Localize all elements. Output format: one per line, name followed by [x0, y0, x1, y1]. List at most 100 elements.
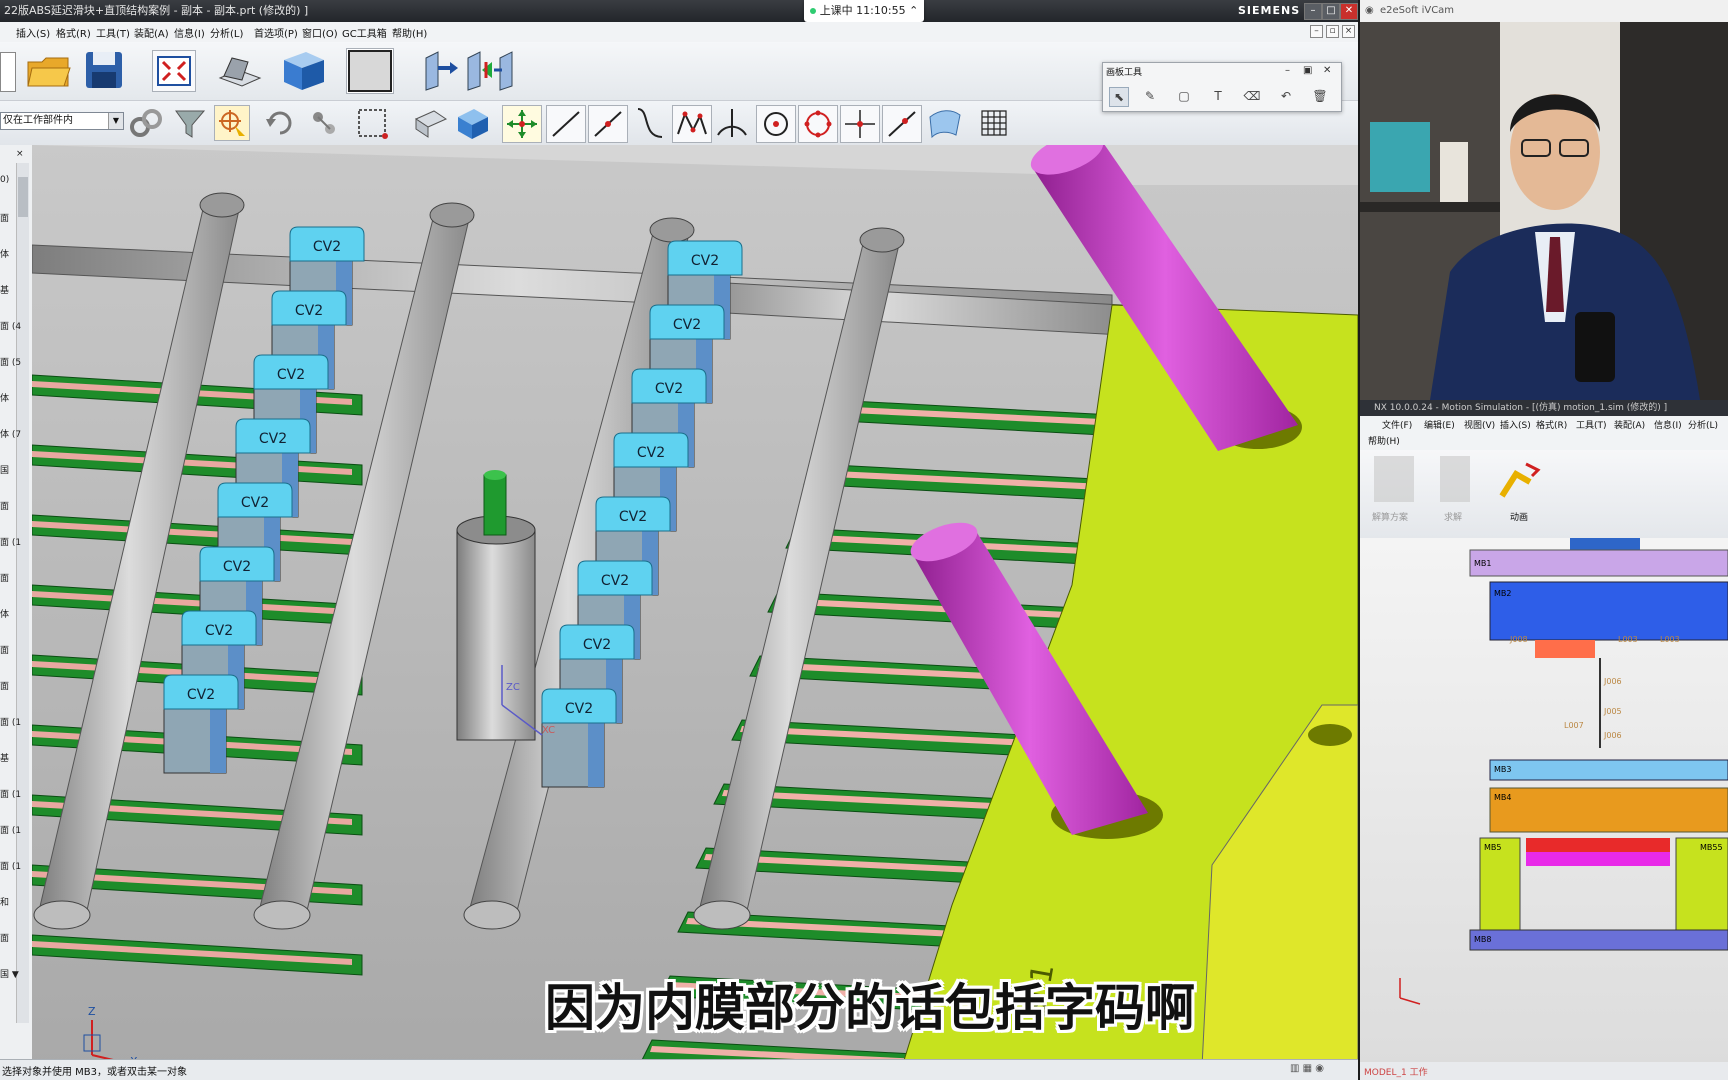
delete-tool-icon[interactable]: 🗑	[1311, 87, 1329, 105]
menu-info[interactable]: 信息(I)	[1654, 418, 1682, 431]
menu-format[interactable]: 格式(R)	[56, 25, 91, 40]
snap-quadrant-icon[interactable]	[798, 105, 838, 143]
navigator-close-icon[interactable]: ×	[16, 149, 24, 159]
doc-minimize-button[interactable]: –	[1310, 25, 1323, 38]
menu-window[interactable]: 窗口(O)	[302, 25, 338, 40]
doc-close-button[interactable]: ×	[1342, 25, 1355, 38]
navigator-scrollbar[interactable]	[16, 163, 29, 1023]
snap-arc-center-icon[interactable]	[756, 105, 796, 143]
menu-view[interactable]: 视图(V)	[1464, 418, 1495, 431]
navigator-item[interactable]: 基	[0, 751, 9, 764]
open-folder-icon[interactable]	[24, 48, 72, 92]
menu-preferences[interactable]: 首选项(P)	[254, 25, 298, 40]
filter-funnel-icon[interactable]	[172, 105, 208, 141]
shaded-view-icon[interactable]	[214, 50, 266, 90]
text-tool-icon[interactable]: T	[1209, 87, 1227, 105]
eraser-tool-icon[interactable]: ⌫	[1243, 87, 1261, 105]
navigator-item[interactable]: 体	[0, 391, 9, 404]
rectangle-tool-icon[interactable]: ▢	[1175, 87, 1193, 105]
menu-assembly[interactable]: 装配(A)	[134, 25, 169, 40]
navigator-item[interactable]: 面	[0, 571, 9, 584]
palette-maximize-button[interactable]: ▣	[1303, 65, 1312, 76]
face-select-icon[interactable]	[412, 105, 450, 141]
live-class-indicator[interactable]: 上课中 11:10:55 ⌃	[804, 0, 924, 22]
snap-endpoint-icon[interactable]	[502, 105, 542, 143]
display-mode-icon[interactable]	[346, 48, 394, 94]
solid-box-icon[interactable]	[278, 48, 328, 92]
navigator-item[interactable]: 面 (1	[0, 715, 21, 728]
body-select-icon[interactable]	[454, 105, 492, 141]
menu-analysis[interactable]: 分析(L)	[210, 25, 243, 40]
navigator-item[interactable]: 体	[0, 247, 9, 260]
solve-icon[interactable]	[1440, 456, 1470, 502]
undo-tool-icon[interactable]: ↶	[1277, 87, 1295, 105]
snap-point-filter-icon[interactable]	[214, 105, 250, 141]
animation-label[interactable]: 动画	[1510, 510, 1528, 523]
solution-label[interactable]: 解算方案	[1372, 510, 1408, 523]
navigator-item[interactable]: 面	[0, 499, 9, 512]
selection-scope-dropdown[interactable]: 仅在工作部件内 ▼	[0, 112, 124, 130]
solve-label[interactable]: 求解	[1444, 510, 1462, 523]
snap-curve-icon[interactable]	[632, 105, 668, 141]
palette-close-button[interactable]: ✕	[1323, 65, 1331, 76]
pen-tool-icon[interactable]: ✎	[1141, 87, 1159, 105]
navigator-item[interactable]: 面	[0, 931, 9, 944]
doc-restore-button[interactable]: ▫	[1326, 25, 1339, 38]
component-filter-icon[interactable]	[128, 105, 164, 141]
assembly-constraint-icon[interactable]	[464, 48, 516, 92]
mold-3d-scene[interactable]: CV2 CV2 CV2 CV2 CV2 CV2 CV2 CV2 CV2 CV2 CV2 CV2 CV2 C…	[32, 145, 1358, 1067]
menu-assembly[interactable]: 装配(A)	[1614, 418, 1645, 431]
navigator-item[interactable]: 基	[0, 283, 9, 296]
snap-line-icon[interactable]	[546, 105, 586, 143]
snap-midpoint-icon[interactable]	[588, 105, 628, 143]
navigator-item[interactable]: 体 (7	[0, 427, 21, 440]
navigator-item[interactable]: 面 (5	[0, 355, 21, 368]
solution-icon[interactable]	[1374, 456, 1414, 502]
navigator-item[interactable]: 面	[0, 211, 9, 224]
navigator-item[interactable]: 面 (1	[0, 823, 21, 836]
navigator-item[interactable]: 面 (1	[0, 859, 21, 872]
navigator-item[interactable]: 0)	[0, 175, 9, 185]
navigator-item[interactable]: 体	[0, 607, 9, 620]
menu-edit[interactable]: 编辑(E)	[1424, 418, 1455, 431]
snap-point-on-face-icon[interactable]	[926, 105, 964, 141]
navigator-item[interactable]: 面 (4	[0, 319, 21, 332]
menu-format[interactable]: 格式(R)	[1536, 418, 1567, 431]
menu-gc-toolbox[interactable]: GC工具箱	[342, 25, 387, 40]
minimize-button[interactable]: –	[1304, 3, 1322, 20]
motion-viewport[interactable]: MB1 MB2 MB3 MB4 MB5 MB55 MB8 J006 J005 L…	[1360, 538, 1728, 1070]
maximize-button[interactable]: □	[1322, 3, 1340, 20]
snap-point-on-curve-icon[interactable]	[882, 105, 922, 143]
save-icon[interactable]	[82, 48, 126, 92]
menu-info[interactable]: 信息(I)	[174, 25, 205, 40]
snap-intersection-icon[interactable]	[714, 105, 750, 141]
palette-minimize-button[interactable]: –	[1285, 65, 1290, 76]
move-component-icon[interactable]	[420, 48, 460, 92]
animation-icon[interactable]	[1496, 456, 1542, 502]
close-button[interactable]: ✕	[1340, 3, 1358, 20]
scrollbar-thumb[interactable]	[18, 177, 28, 217]
snap-existing-point-icon[interactable]	[840, 105, 880, 143]
rectangle-select-icon[interactable]	[354, 105, 390, 141]
menu-help[interactable]: 帮助(H)	[1368, 434, 1400, 447]
navigator-item[interactable]: 面	[0, 679, 9, 692]
navigator-item[interactable]: 面	[0, 643, 9, 656]
menu-analysis[interactable]: 分析(L)	[1688, 418, 1718, 431]
select-tool-icon[interactable]: ⬉	[1109, 87, 1129, 107]
navigator-item[interactable]: 国 ▼	[0, 967, 19, 980]
grid-icon[interactable]	[976, 105, 1012, 141]
select-by-type-icon[interactable]	[306, 105, 342, 141]
graphics-viewport[interactable]: CV2 CV2 CV2 CV2 CV2 CV2 CV2 CV2 CV2 CV2 CV2 CV2 CV2 C…	[32, 145, 1358, 1067]
menu-help[interactable]: 帮助(H)	[392, 25, 427, 40]
menu-tools[interactable]: 工具(T)	[1576, 418, 1607, 431]
new-file-icon[interactable]	[0, 52, 16, 92]
navigator-item[interactable]: 面 (1	[0, 535, 21, 548]
navigator-item[interactable]: 国	[0, 463, 9, 476]
navigator-item[interactable]: 和	[0, 895, 9, 908]
menu-tools[interactable]: 工具(T)	[96, 25, 130, 40]
menu-insert[interactable]: 插入(S)	[16, 25, 50, 40]
menu-file[interactable]: 文件(F)	[1382, 418, 1412, 431]
navigator-item[interactable]: 面 (1	[0, 787, 21, 800]
snap-control-point-icon[interactable]	[672, 105, 712, 143]
undo-selection-icon[interactable]	[262, 105, 298, 141]
